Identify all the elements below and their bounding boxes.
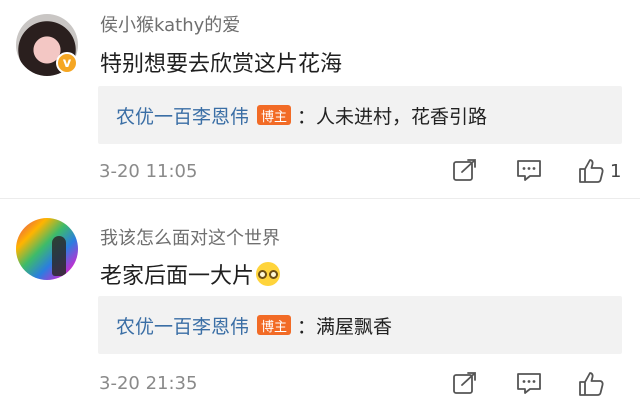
comment-timestamp: 3-20 21:35	[99, 373, 198, 394]
reply-author[interactable]: 农优一百李恩伟	[116, 312, 249, 339]
host-badge: 博主	[257, 105, 292, 125]
share-button[interactable]	[452, 158, 478, 182]
like-button[interactable]: 1	[578, 158, 621, 184]
like-icon	[579, 372, 604, 396]
comment-icon	[517, 373, 541, 394]
comment-timestamp: 3-20 11:05	[99, 161, 198, 182]
like-icon	[579, 159, 604, 183]
reply-author[interactable]: 农优一百李恩伟	[116, 102, 249, 129]
comment-button[interactable]	[516, 371, 542, 395]
share-button[interactable]	[452, 371, 478, 395]
avatar[interactable]	[16, 218, 78, 280]
comment-button[interactable]	[516, 158, 542, 182]
comment-icon	[517, 160, 541, 181]
comment-item: v 侯小猴kathy的爱 特别想要去欣赏这片花海 农优一百李恩伟 博主 ：人未进…	[0, 0, 640, 200]
share-icon	[453, 372, 476, 394]
reply-box[interactable]: 农优一百李恩伟 博主 ：人未进村，花香引路	[98, 86, 622, 144]
comment-username[interactable]: 我该怎么面对这个世界	[100, 224, 280, 250]
reply-text: ：人未进村，花香引路	[297, 105, 488, 128]
reply-text: ：满屋飘香	[297, 315, 393, 338]
divider	[0, 198, 640, 199]
like-count: 1	[610, 160, 622, 182]
comment-content: 特别想要去欣赏这片花海	[100, 46, 342, 78]
like-button[interactable]	[578, 371, 610, 397]
comment-username[interactable]: 侯小猴kathy的爱	[100, 11, 240, 37]
nerd-face-emoji-icon	[256, 262, 281, 286]
comment-text: 老家后面一大片	[100, 264, 255, 289]
share-icon	[453, 159, 476, 181]
comment-item: 我该怎么面对这个世界 老家后面一大片 农优一百李恩伟 博主 ：满屋飘香 3-20…	[0, 200, 640, 402]
verified-badge-icon: v	[56, 52, 78, 74]
comment-content: 老家后面一大片	[100, 258, 281, 290]
comment-text: 特别想要去欣赏这片花海	[100, 52, 343, 77]
reply-box[interactable]: 农优一百李恩伟 博主 ：满屋飘香	[98, 296, 622, 354]
host-badge: 博主	[257, 315, 292, 335]
